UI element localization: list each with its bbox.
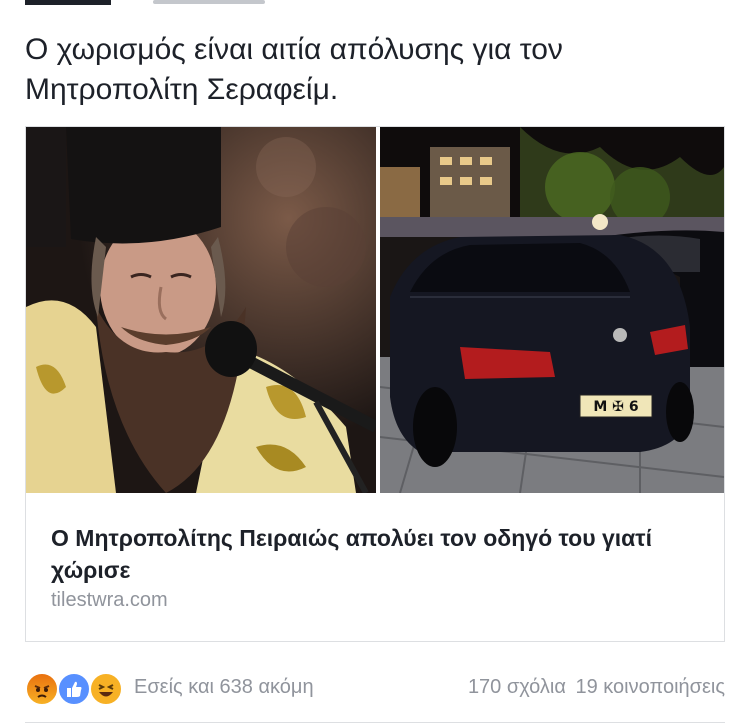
reactions-summary[interactable]	[25, 672, 127, 706]
priest-photo[interactable]	[26, 127, 376, 493]
angry-icon	[25, 672, 59, 706]
license-plate: M ✠ 6	[593, 399, 638, 415]
post-footer: Εσείς και 638 ακόμη 170 σχόλια 19 κοινοπ…	[25, 670, 725, 710]
engagement-counts: 170 σχόλια 19 κοινοποιήσεις	[464, 676, 725, 699]
previous-content-fragment	[25, 0, 265, 6]
link-preview-images[interactable]: M ✠ 6	[26, 127, 724, 493]
cut-off-text	[25, 0, 111, 5]
cut-off-meta	[153, 0, 265, 4]
haha-icon	[89, 672, 123, 706]
footer-divider	[25, 722, 725, 723]
reaction-count-text[interactable]: Εσείς και 638 ακόμη	[134, 676, 314, 699]
link-title[interactable]: Ο Μητροπολίτης Πειραιώς απολύει τον οδηγ…	[51, 522, 711, 586]
car-photo[interactable]: M ✠ 6	[380, 127, 724, 493]
like-icon	[57, 672, 91, 706]
link-preview-card[interactable]: M ✠ 6 Ο Μητροπολίτης Πειραιώς απολύει το…	[25, 126, 725, 642]
shares-count[interactable]: 19 κοινοποιήσεις	[575, 676, 725, 698]
post-text: Ο χωρισμός είναι αιτία απόλυσης για τον …	[25, 33, 563, 106]
link-domain: tilestwra.com	[51, 589, 168, 611]
comments-count[interactable]: 170 σχόλια	[468, 676, 566, 698]
